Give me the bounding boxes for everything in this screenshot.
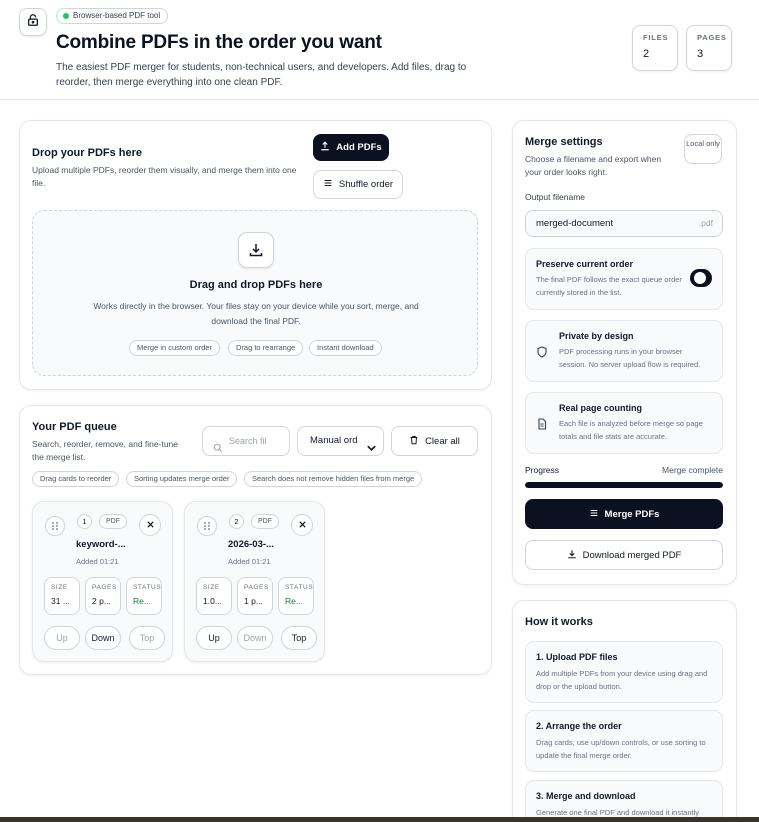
dropzone-chip: Drag to rearrange [228,340,304,356]
how-step: 2. Arrange the order Drag cards, use up/… [525,710,723,772]
file-index: 2 [229,514,244,529]
file-status-stat: STATUS Re... [278,577,314,615]
stat-files: FILES 2 [632,25,678,71]
tool-badge: Browser-based PDF tool [56,8,169,24]
move-down-button[interactable]: Down [237,626,273,650]
download-merged-button[interactable]: Download merged PDF [525,540,723,570]
file-added-time: Added 01:21 [76,557,119,566]
merge-progress-bar [525,482,723,488]
stat-files-value: 2 [643,48,650,60]
document-icon [536,417,548,435]
status-dot-icon [63,13,69,19]
dropzone-text: Works directly in the browser. Your file… [93,301,419,326]
queue-hint-chip: Sorting updates merge order [126,471,238,487]
move-top-button[interactable]: Top [281,626,317,650]
file-size-stat: SIZE 1.0... [196,577,232,615]
file-status-stat: STATUS Re... [126,577,162,615]
merge-progress-fill [525,482,723,488]
drag-handle-icon[interactable] [197,516,217,536]
sort-select[interactable]: Manual ord [297,426,384,456]
preserve-order-option: Preserve current order The final PDF fol… [525,248,723,310]
move-up-button[interactable]: Up [196,626,232,650]
file-name: keyword-... [76,539,126,550]
file-added-time: Added 01:21 [228,557,271,566]
page-title: Combine PDFs in the order you want [56,32,382,53]
page-counting-info: Real page counting Each file is analyzed… [525,392,723,454]
page-subtitle: The easiest PDF merger for students, non… [56,62,467,88]
move-down-button[interactable]: Down [85,626,121,650]
file-card[interactable]: 2 PDF 2026-03-... Added 01:21 SIZE 1.0..… [184,501,325,662]
queue-hint-chip: Drag cards to reorder [32,471,120,487]
how-title: How it works [525,616,593,628]
preserve-order-toggle[interactable] [690,269,712,287]
close-icon [146,516,155,534]
remove-file-button[interactable] [139,514,161,536]
shield-icon [536,345,548,363]
local-only-badge: Local only [684,134,722,164]
settings-title: Merge settings [525,136,603,148]
file-size-stat: SIZE 31 ... [44,577,80,615]
search-icon [213,436,223,455]
file-type-badge: PDF [99,514,127,529]
window-bottom-edge [0,817,759,822]
queue-hint-chip: Search does not remove hidden files from… [244,471,423,487]
close-icon [298,516,307,534]
queue-description: Search, reorder, remove, and fine-tune t… [32,439,178,462]
upload-title: Drop your PDFs here [32,147,143,159]
filename-label: Output filename [525,192,586,202]
stat-files-label: FILES [643,33,669,42]
chevron-down-icon [366,437,377,455]
move-top-button[interactable]: Top [129,626,165,650]
file-card[interactable]: 1 PDF keyword-... Added 01:21 SIZE 31 ..… [32,501,173,662]
page-header: Browser-based PDF tool Combine PDFs in t… [0,0,759,100]
clear-all-button[interactable]: Clear all [391,426,478,456]
settings-description: Choose a filename and export when your o… [525,154,662,177]
stat-pages-value: 3 [697,48,704,60]
stat-pages-label: PAGES [697,33,727,42]
search-input[interactable]: Search fil [202,426,290,456]
filename-suffix: .pdf [698,218,713,228]
file-type-badge: PDF [251,514,279,529]
file-pages-stat: PAGES 1 p... [237,577,273,615]
move-up-button[interactable]: Up [44,626,80,650]
add-pdfs-button[interactable]: Add PDFs [313,134,389,161]
drag-handle-icon[interactable] [45,516,65,536]
lock-icon [26,13,40,32]
stat-pages: PAGES 3 [686,25,732,71]
progress-label: Progress [525,465,560,475]
merge-pdfs-button[interactable]: Merge PDFs [525,499,723,529]
dropzone-title: Drag and drop PDFs here [189,279,323,291]
trash-icon [409,435,419,448]
filename-input[interactable]: merged-document .pdf [525,210,723,237]
list-icon [323,178,333,191]
shuffle-order-button[interactable]: Shuffle order [313,170,403,199]
how-step: 3. Merge and download Generate one final… [525,780,723,822]
queue-title: Your PDF queue [32,421,117,433]
dropzone-chip: Instant download [309,340,382,356]
privacy-info: Private by design PDF processing runs in… [525,320,723,382]
progress-status: Merge complete [662,465,723,475]
remove-file-button[interactable] [291,514,313,536]
download-tray-icon [238,232,274,268]
list-icon [589,508,599,521]
pdf-dropzone[interactable]: Drag and drop PDFs here Works directly i… [32,210,478,376]
download-icon [567,549,577,562]
lock-button[interactable] [19,8,47,36]
dropzone-chip: Merge in custom order [129,340,221,356]
file-index: 1 [77,514,92,529]
upload-description: Upload multiple PDFs, reorder them visua… [32,165,297,188]
file-name: 2026-03-... [228,539,274,550]
upload-icon [320,141,330,154]
how-step: 1. Upload PDF files Add multiple PDFs fr… [525,641,723,703]
file-pages-stat: PAGES 2 p... [85,577,121,615]
